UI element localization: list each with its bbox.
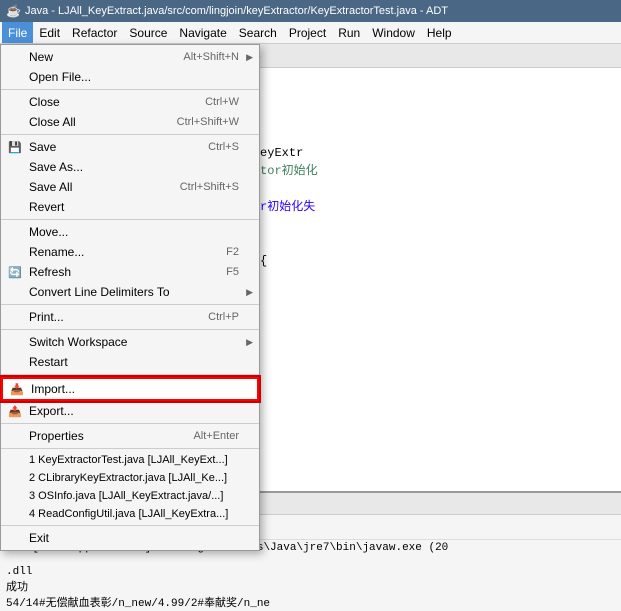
separator-7 bbox=[1, 423, 259, 424]
separator-1 bbox=[1, 89, 259, 90]
menu-recent-2[interactable]: 2 CLibraryKeyExtractor.java [LJAll_Ke...… bbox=[1, 469, 259, 487]
menu-properties-label: Properties bbox=[29, 429, 84, 443]
menu-restart[interactable]: Restart bbox=[1, 352, 259, 372]
file-menu-dropdown: New Alt+Shift+N Open File... Close Ctrl+… bbox=[0, 44, 260, 551]
menu-revert[interactable]: Revert bbox=[1, 197, 259, 217]
menu-switch-workspace-label: Switch Workspace bbox=[29, 335, 127, 349]
separator-2 bbox=[1, 134, 259, 135]
menu-save-all-label: Save All bbox=[29, 180, 72, 194]
menu-source[interactable]: Source bbox=[123, 22, 173, 43]
menu-properties[interactable]: Properties Alt+Enter bbox=[1, 426, 259, 446]
menu-export-label: Export... bbox=[29, 404, 74, 418]
menu-window[interactable]: Window bbox=[366, 22, 421, 43]
separator-4 bbox=[1, 304, 259, 305]
menu-recent-3[interactable]: 3 OSInfo.java [LJAll_KeyExtract.java/...… bbox=[1, 487, 259, 505]
menu-restart-label: Restart bbox=[29, 355, 68, 369]
app-icon: ☕ bbox=[6, 4, 21, 18]
menu-recent-4-label: 4 ReadConfigUtil.java [LJAll_KeyExtra...… bbox=[29, 508, 228, 520]
separator-8 bbox=[1, 448, 259, 449]
menu-navigate[interactable]: Navigate bbox=[173, 22, 232, 43]
menu-save-label: Save bbox=[29, 140, 56, 154]
menu-convert-line[interactable]: Convert Line Delimiters To bbox=[1, 282, 259, 302]
menu-export[interactable]: 📤 Export... bbox=[1, 401, 259, 421]
menu-rename-shortcut: F2 bbox=[206, 246, 239, 258]
console-line-5: 54/14#无偿献血表彰/n_new/4.99/2#奉献奖/n_ne bbox=[6, 594, 615, 610]
menu-switch-workspace[interactable]: Switch Workspace bbox=[1, 332, 259, 352]
separator-6 bbox=[1, 374, 259, 375]
import-icon: 📥 bbox=[9, 383, 25, 396]
menu-close-shortcut: Ctrl+W bbox=[185, 96, 239, 108]
menu-convert-label: Convert Line Delimiters To bbox=[29, 285, 170, 299]
export-icon: 📤 bbox=[7, 405, 23, 418]
menu-exit-label: Exit bbox=[29, 531, 49, 545]
file-menu: New Alt+Shift+N Open File... Close Ctrl+… bbox=[0, 44, 260, 551]
menu-search[interactable]: Search bbox=[233, 22, 283, 43]
separator-3 bbox=[1, 219, 259, 220]
menu-save-all-shortcut: Ctrl+Shift+S bbox=[160, 181, 239, 193]
menu-new-shortcut: Alt+Shift+N bbox=[163, 51, 239, 63]
menu-help[interactable]: Help bbox=[421, 22, 458, 43]
menu-refactor[interactable]: Refactor bbox=[66, 22, 123, 43]
menu-new[interactable]: New Alt+Shift+N bbox=[1, 47, 259, 67]
menu-save-shortcut: Ctrl+S bbox=[188, 141, 239, 153]
menu-close-all-shortcut: Ctrl+Shift+W bbox=[157, 116, 239, 128]
menu-recent-3-label: 3 OSInfo.java [LJAll_KeyExtract.java/...… bbox=[29, 490, 223, 502]
menu-run[interactable]: Run bbox=[332, 22, 366, 43]
separator-9 bbox=[1, 525, 259, 526]
console-line-2 bbox=[6, 554, 615, 566]
menu-project[interactable]: Project bbox=[283, 22, 332, 43]
menu-save[interactable]: 💾 Save Ctrl+S bbox=[1, 137, 259, 157]
menu-recent-1-label: 1 KeyExtractorTest.java [LJAll_KeyExt...… bbox=[29, 454, 228, 466]
menu-exit[interactable]: Exit bbox=[1, 528, 259, 548]
menu-open-file-label: Open File... bbox=[29, 70, 91, 84]
menu-recent-2-label: 2 CLibraryKeyExtractor.java [LJAll_Ke...… bbox=[29, 472, 227, 484]
menu-import-label: Import... bbox=[31, 382, 75, 396]
separator-5 bbox=[1, 329, 259, 330]
menu-save-as[interactable]: Save As... bbox=[1, 157, 259, 177]
title-bar: ☕ Java - LJAll_KeyExtract.java/src/com/l… bbox=[0, 0, 621, 22]
menu-save-all[interactable]: Save All Ctrl+Shift+S bbox=[1, 177, 259, 197]
menu-recent-1[interactable]: 1 KeyExtractorTest.java [LJAll_KeyExt...… bbox=[1, 451, 259, 469]
menu-revert-label: Revert bbox=[29, 200, 64, 214]
menu-refresh-label: Refresh bbox=[29, 265, 71, 279]
menu-move[interactable]: Move... bbox=[1, 222, 259, 242]
menu-print[interactable]: Print... Ctrl+P bbox=[1, 307, 259, 327]
console-line-3: .dll bbox=[6, 566, 615, 578]
menu-close-all-label: Close All bbox=[29, 115, 76, 129]
menu-close-label: Close bbox=[29, 95, 60, 109]
console-line-4: 成功 bbox=[6, 578, 615, 594]
menu-edit[interactable]: Edit bbox=[33, 22, 66, 43]
menu-save-as-label: Save As... bbox=[29, 160, 83, 174]
menu-close[interactable]: Close Ctrl+W bbox=[1, 92, 259, 112]
title-text: Java - LJAll_KeyExtract.java/src/com/lin… bbox=[25, 5, 448, 17]
menu-new-label: New bbox=[29, 50, 53, 64]
menu-rename-label: Rename... bbox=[29, 245, 84, 259]
menu-file[interactable]: File bbox=[2, 22, 33, 43]
menu-close-all[interactable]: Close All Ctrl+Shift+W bbox=[1, 112, 259, 132]
save-icon: 💾 bbox=[7, 141, 23, 154]
menu-refresh-shortcut: F5 bbox=[206, 266, 239, 278]
menu-recent-4[interactable]: 4 ReadConfigUtil.java [LJAll_KeyExtra...… bbox=[1, 505, 259, 523]
menu-print-shortcut: Ctrl+P bbox=[188, 311, 239, 323]
menu-properties-shortcut: Alt+Enter bbox=[173, 430, 239, 442]
menu-refresh[interactable]: 🔄 Refresh F5 bbox=[1, 262, 259, 282]
menu-import[interactable]: 📥 Import... bbox=[1, 377, 259, 401]
menu-open-file[interactable]: Open File... bbox=[1, 67, 259, 87]
menu-rename[interactable]: Rename... F2 bbox=[1, 242, 259, 262]
refresh-icon: 🔄 bbox=[7, 266, 23, 279]
menu-bar: File Edit Refactor Source Navigate Searc… bbox=[0, 22, 621, 44]
menu-print-label: Print... bbox=[29, 310, 64, 324]
menu-move-label: Move... bbox=[29, 225, 68, 239]
